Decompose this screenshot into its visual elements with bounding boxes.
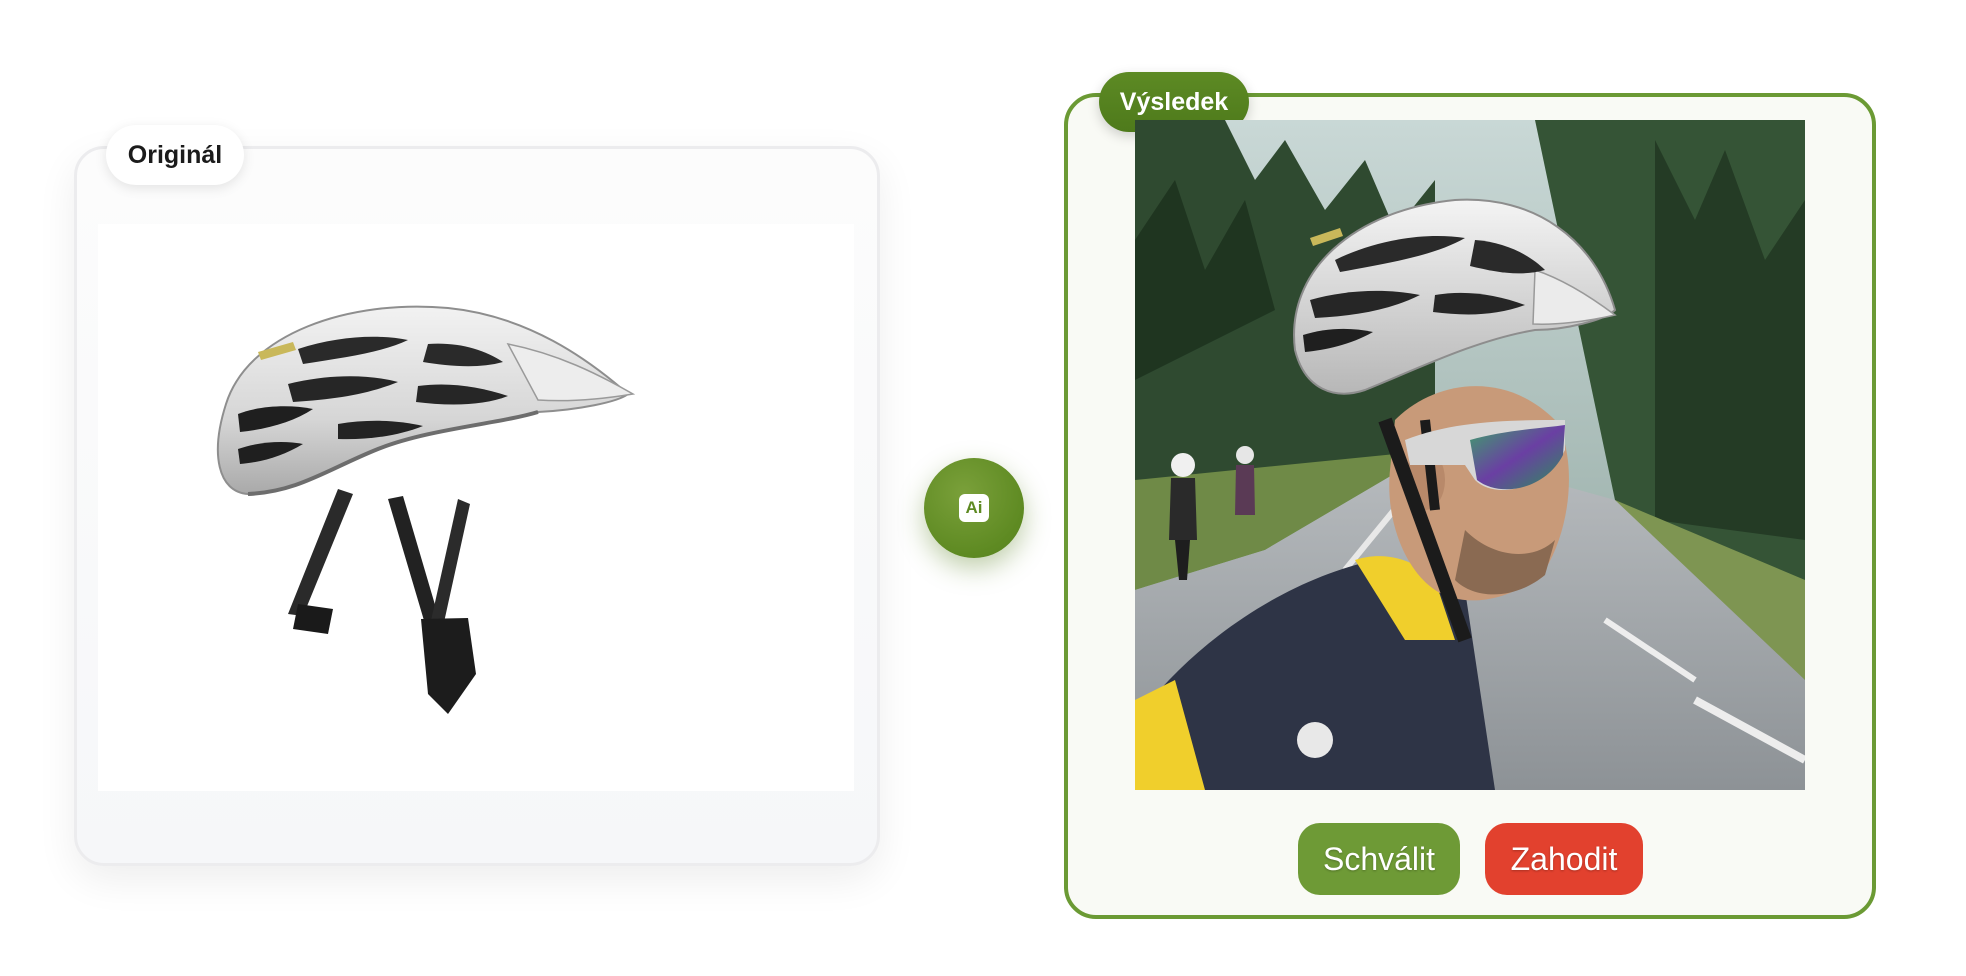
cyclist-photo-illustration xyxy=(1135,120,1805,790)
discard-button[interactable]: Zahodit xyxy=(1485,823,1643,895)
ai-icon: Ai xyxy=(959,494,989,522)
original-product-image xyxy=(98,224,854,791)
result-image xyxy=(1135,120,1805,790)
original-label: Originál xyxy=(106,125,244,185)
approve-button[interactable]: Schválit xyxy=(1298,823,1460,895)
ai-transform-badge: Ai xyxy=(924,458,1024,558)
comparison-stage: Originál Ai Výsledek Schválit Zahodit xyxy=(0,0,1966,976)
helmet-illustration xyxy=(216,305,636,714)
